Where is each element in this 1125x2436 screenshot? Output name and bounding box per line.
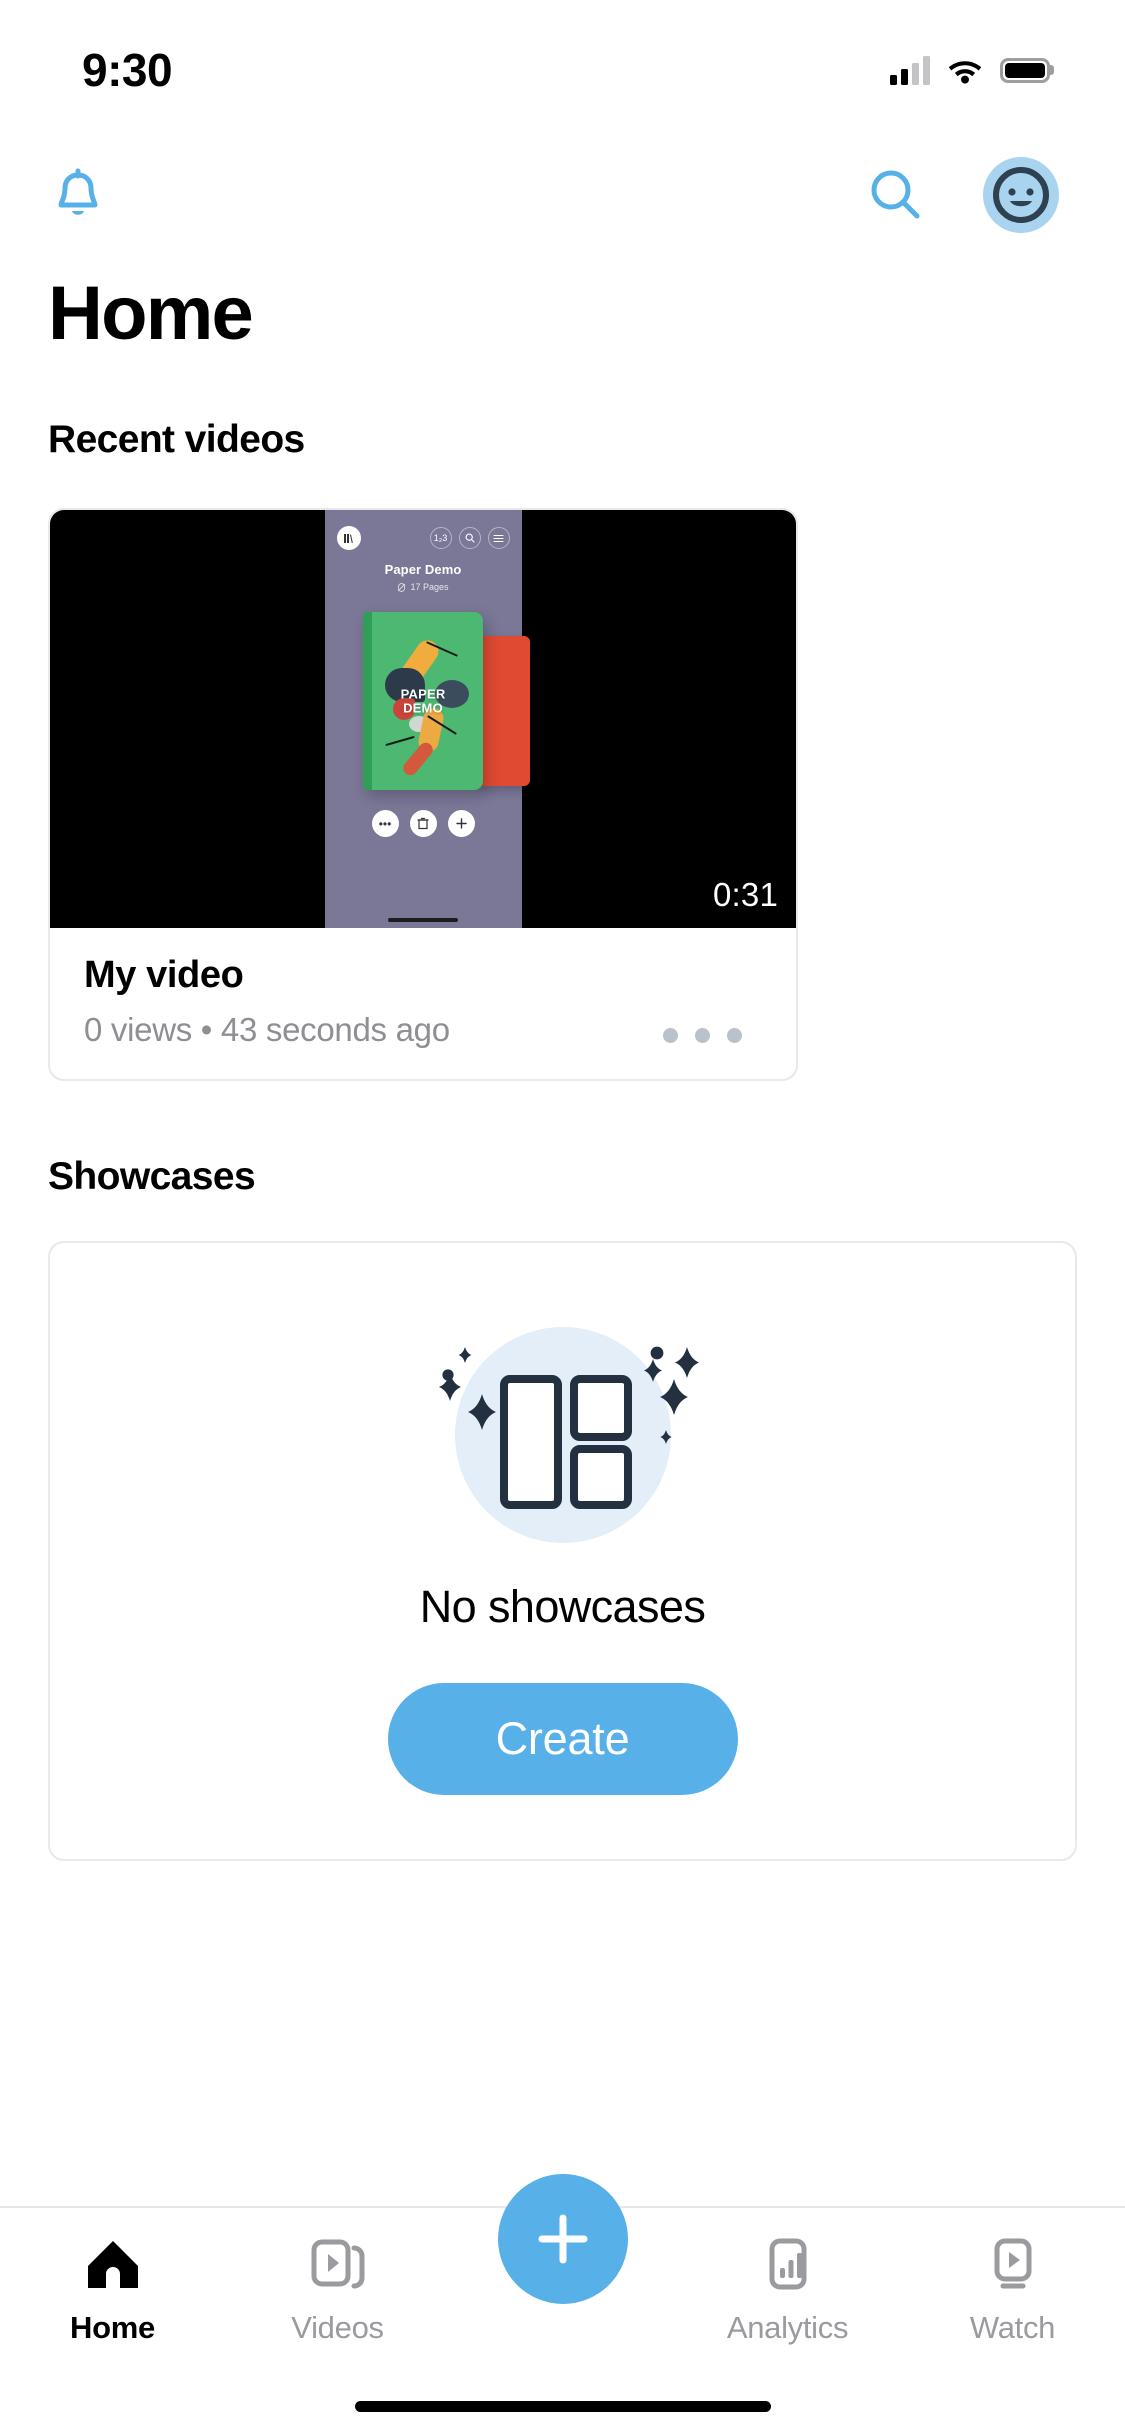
watch-icon: [994, 2238, 1031, 2289]
nav-item-home[interactable]: Home: [0, 2236, 225, 2346]
thumbnail-book-stack: PAPER DEMO: [325, 612, 530, 792]
status-time: 9:30: [82, 44, 173, 96]
showcases-empty-card: No showcases Create: [48, 1241, 1077, 1861]
videos-icon: [311, 2239, 364, 2289]
battery-icon: [1000, 57, 1050, 83]
video-thumbnail[interactable]: 1₂3 Paper Demo 17 Pages PAPER DEMO ••• 0…: [50, 510, 796, 928]
book-label-line2: DEMO: [403, 700, 443, 715]
cellular-signal-icon: [890, 55, 930, 85]
pages-icon: [398, 582, 406, 592]
nav-label-watch: Watch: [969, 2310, 1056, 2345]
add-icon: [447, 810, 475, 837]
showcases-heading: Showcases: [48, 1155, 256, 1198]
book-green: PAPER DEMO: [363, 612, 483, 790]
menu-icon: [487, 527, 510, 549]
nav-label-analytics: Analytics: [726, 2310, 849, 2345]
search-icon: [458, 527, 481, 549]
recent-videos-heading: Recent videos: [48, 418, 305, 461]
nav-item-watch[interactable]: Watch: [900, 2236, 1125, 2346]
user-avatar-icon[interactable]: [983, 157, 1059, 233]
page-title: Home: [48, 271, 254, 356]
thumbnail-controls: •••: [325, 810, 522, 837]
delete-icon: [409, 810, 437, 837]
thumbnail-home-indicator: [388, 918, 458, 922]
home-icon: [87, 2241, 138, 2288]
video-title: My video: [84, 954, 244, 996]
thumbnail-actions: 1₂3: [429, 527, 510, 549]
app-top-bar: [0, 140, 1125, 250]
nav-item-analytics[interactable]: Analytics: [675, 2236, 900, 2346]
nav-label-home: Home: [70, 2310, 155, 2345]
video-duration-badge: 0:31: [712, 876, 778, 913]
status-bar: 9:30: [0, 0, 1125, 140]
video-card-meta: My video 0 views • 43 seconds ago: [50, 928, 796, 1079]
analytics-icon: [769, 2238, 806, 2290]
status-indicators: [890, 55, 1050, 85]
video-card[interactable]: 1₂3 Paper Demo 17 Pages PAPER DEMO ••• 0…: [48, 508, 798, 1081]
thumbnail-doc-title: Paper Demo: [384, 562, 462, 577]
thumbnail-toolbar: 1₂3: [325, 510, 522, 550]
create-button[interactable]: Create: [387, 1683, 738, 1795]
video-meta-text: 0 views • 43 seconds ago: [84, 1011, 450, 1048]
create-fab-button[interactable]: [497, 2174, 628, 2304]
wifi-icon: [948, 60, 982, 84]
more-icon: •••: [371, 810, 399, 837]
notifications-bell-icon[interactable]: [52, 166, 104, 224]
home-indicator: [354, 2401, 771, 2412]
thumbnail-screen-recording: 1₂3 Paper Demo 17 Pages PAPER DEMO •••: [324, 510, 530, 928]
more-options-icon[interactable]: [663, 1028, 742, 1043]
book-red: [475, 636, 530, 786]
plus-icon: [538, 2214, 587, 2264]
pages-label: 17 Pages: [410, 582, 449, 592]
search-icon[interactable]: [867, 166, 925, 224]
nav-item-videos[interactable]: Videos: [225, 2236, 450, 2346]
book-cover-label: PAPER DEMO: [363, 687, 483, 714]
empty-state-message: No showcases: [419, 1581, 706, 1632]
thumbnail-doc-pages: 17 Pages: [325, 582, 522, 592]
books-logo-icon: [336, 526, 361, 550]
page-count-icon: 1₂3: [429, 527, 452, 549]
fab-slot: [450, 2174, 675, 2304]
showcase-grid-illustration: [398, 1307, 728, 1547]
nav-label-videos: Videos: [291, 2310, 384, 2345]
